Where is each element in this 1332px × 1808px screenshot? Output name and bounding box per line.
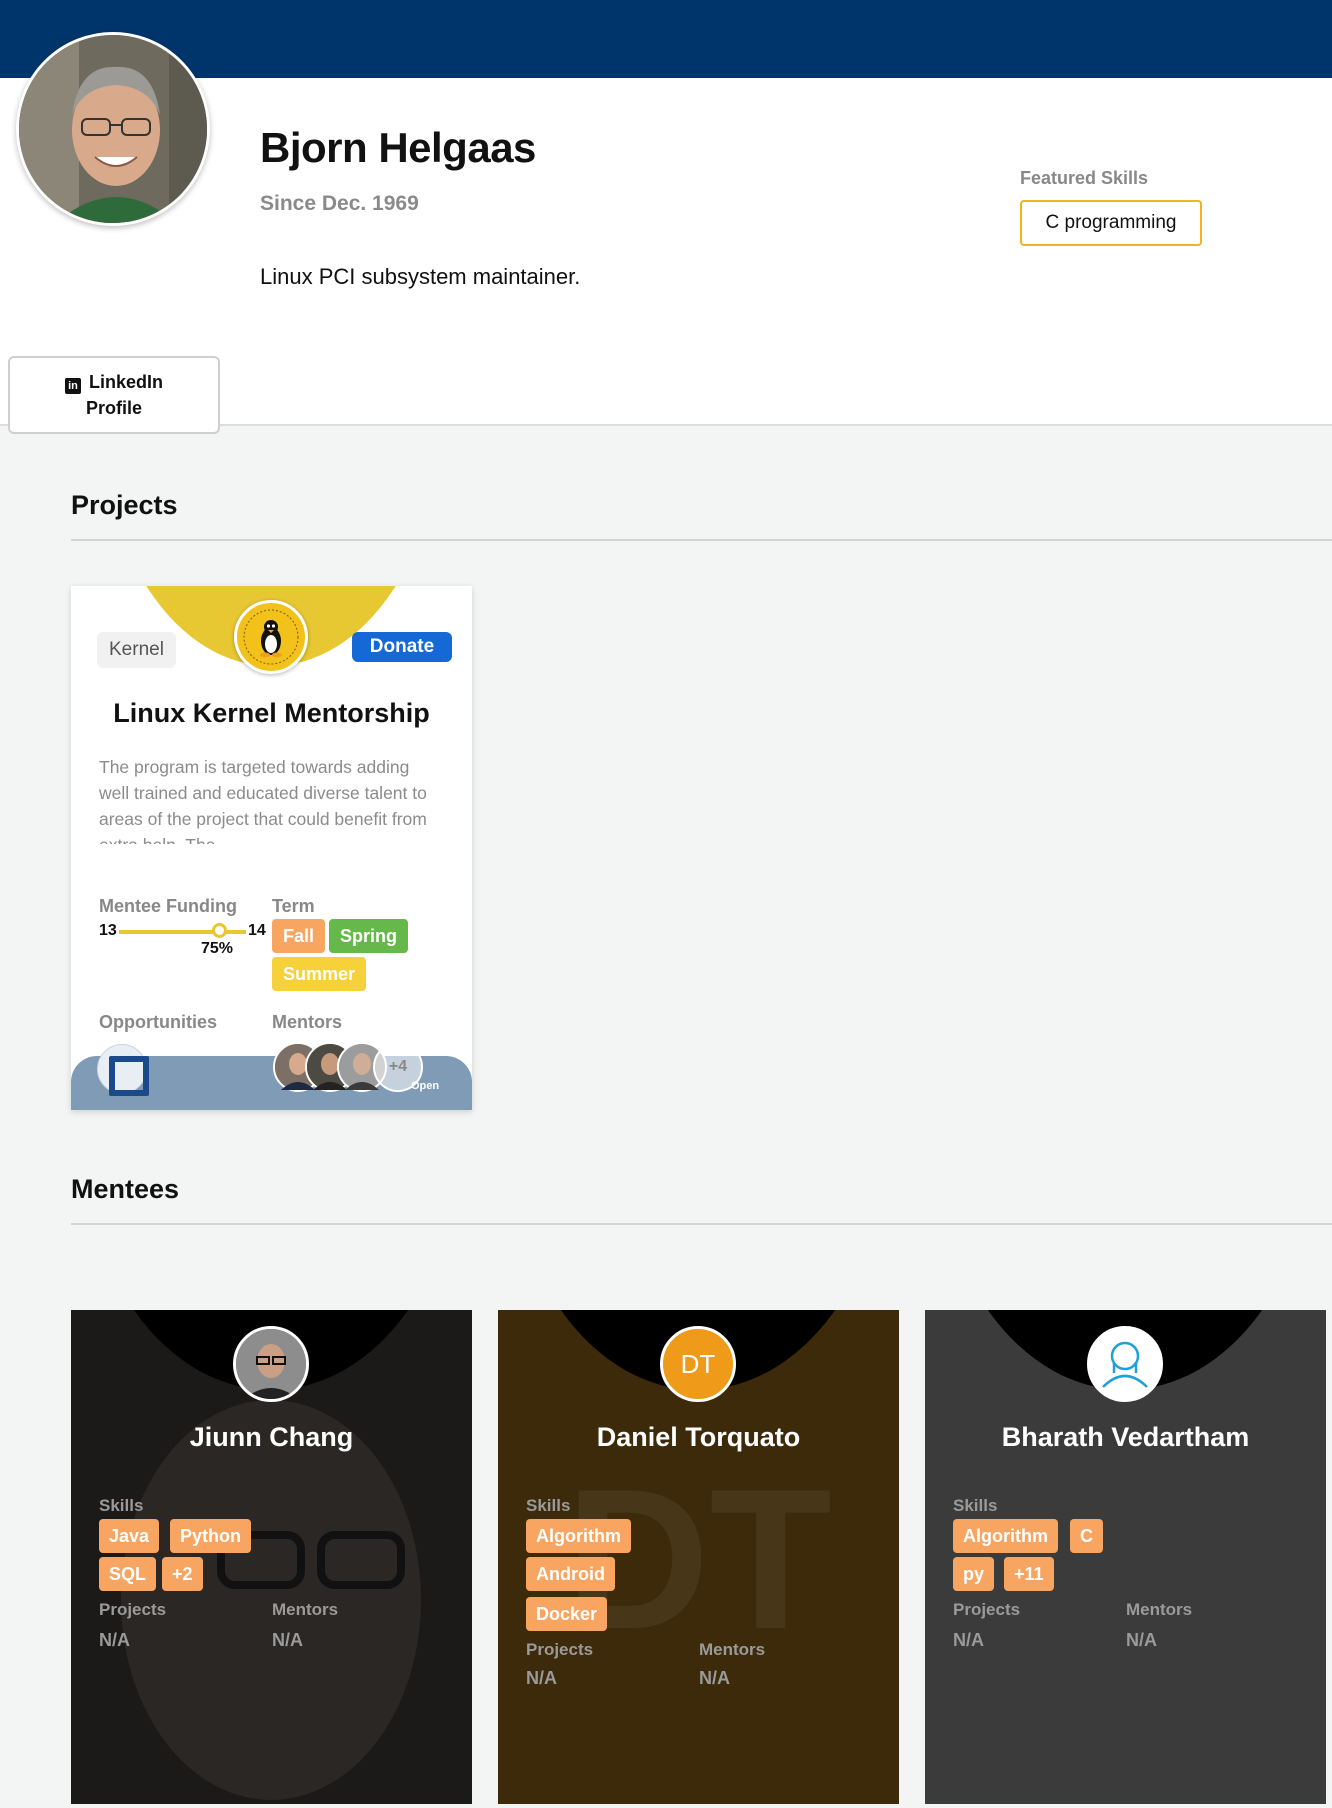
skill-more-chip[interactable]: +11	[1004, 1557, 1054, 1591]
mentors-label: Mentors	[1126, 1600, 1193, 1619]
projects-label: Projects	[953, 1600, 1021, 1619]
projects-divider	[71, 539, 1332, 541]
skills-label: Skills	[99, 1496, 144, 1515]
donate-button[interactable]: Donate	[352, 632, 452, 662]
term-chip-spring: Spring	[329, 919, 408, 953]
skill-chip: C	[1070, 1519, 1103, 1553]
opportunities-label: Opportunities	[99, 1012, 217, 1032]
project-description: The program is targeted towards adding w…	[99, 757, 427, 844]
funding-start: 13	[99, 922, 117, 939]
project-logo-icon	[234, 600, 308, 674]
linkedin-label-line1: LinkedIn	[88, 372, 163, 392]
skills-label: Skills	[526, 1496, 571, 1515]
term-chip-summer: Summer	[272, 957, 367, 991]
user-placeholder-icon	[1087, 1326, 1163, 1402]
project-title[interactable]: Linux Kernel Mentorship	[71, 698, 472, 729]
skill-chip: Algorithm	[526, 1519, 631, 1553]
linkedin-label-line2: Profile	[85, 398, 142, 418]
term-chip-fall: Fall	[272, 919, 326, 953]
mentee-card[interactable]: Jiunn Chang Skills Java Python SQL +2 Pr…	[71, 1310, 472, 1804]
term-label: Term	[272, 896, 315, 916]
skill-chip: Android	[526, 1557, 615, 1591]
mentors-label: Mentors	[272, 1012, 343, 1032]
skill-chip: SQL	[99, 1557, 157, 1591]
projects-label: Projects	[526, 1640, 594, 1659]
mentee-name[interactable]: Jiunn Chang	[71, 1422, 472, 1453]
skill-more-chip[interactable]: +2	[162, 1557, 203, 1591]
mentors-label: Mentors	[272, 1600, 339, 1619]
projects-value: N/A	[526, 1668, 557, 1688]
skill-chip: Docker	[526, 1597, 608, 1631]
top-header-bar	[0, 0, 1332, 78]
projects-value: N/A	[953, 1630, 984, 1650]
profile-name: Bjorn Helgaas	[260, 124, 536, 171]
projects-label: Projects	[99, 1600, 167, 1619]
skill-chip: Python	[170, 1519, 251, 1553]
projects-value: N/A	[99, 1630, 130, 1650]
mentee-funding-label: Mentee Funding	[99, 896, 237, 916]
profile-since: Since Dec. 1969	[260, 192, 419, 215]
mentee-avatar: DT	[660, 1326, 736, 1402]
mentors-value: N/A	[1126, 1630, 1157, 1650]
mentee-card[interactable]: Bharath Vedartham Skills Algorithm C py …	[925, 1310, 1326, 1804]
funding-progress-handle	[212, 923, 227, 938]
linkedin-profile-button[interactable]: in LinkedIn Profile	[8, 356, 220, 434]
mentors-value: N/A	[699, 1668, 730, 1688]
opportunity-icon[interactable]	[97, 1044, 149, 1096]
mentors-value: N/A	[272, 1630, 303, 1650]
skills-label: Skills	[953, 1496, 998, 1515]
mentee-name[interactable]: Bharath Vedartham	[925, 1422, 1326, 1453]
profile-bio: Linux PCI subsystem maintainer.	[260, 264, 581, 289]
mentee-name[interactable]: Daniel Torquato	[498, 1422, 899, 1453]
skill-chip: Java	[99, 1519, 160, 1553]
linkedin-icon: in	[64, 378, 81, 394]
projects-section-title: Projects	[71, 490, 178, 520]
mentee-avatar	[233, 1326, 309, 1402]
featured-skills-label: Featured Skills	[1020, 168, 1149, 188]
mentees-section-title: Mentees	[71, 1174, 180, 1204]
skill-chip: Algorithm	[953, 1519, 1058, 1553]
project-card[interactable]: Kernel Donate Linux Kernel Mentorship Th…	[71, 586, 472, 1110]
mentees-divider	[71, 1223, 1332, 1225]
profile-avatar	[16, 32, 210, 226]
funding-end: 14	[248, 922, 266, 939]
funding-percent: 75%	[201, 940, 234, 957]
mentors-label: Mentors	[699, 1640, 766, 1659]
skill-chip: py	[953, 1557, 995, 1591]
featured-skill-chip[interactable]: C programming	[1020, 200, 1202, 246]
project-status: Open	[411, 1080, 440, 1092]
mentee-card[interactable]: DT DT Daniel Torquato Skills Algorithm A…	[498, 1310, 899, 1804]
project-tag[interactable]: Kernel	[97, 632, 176, 668]
